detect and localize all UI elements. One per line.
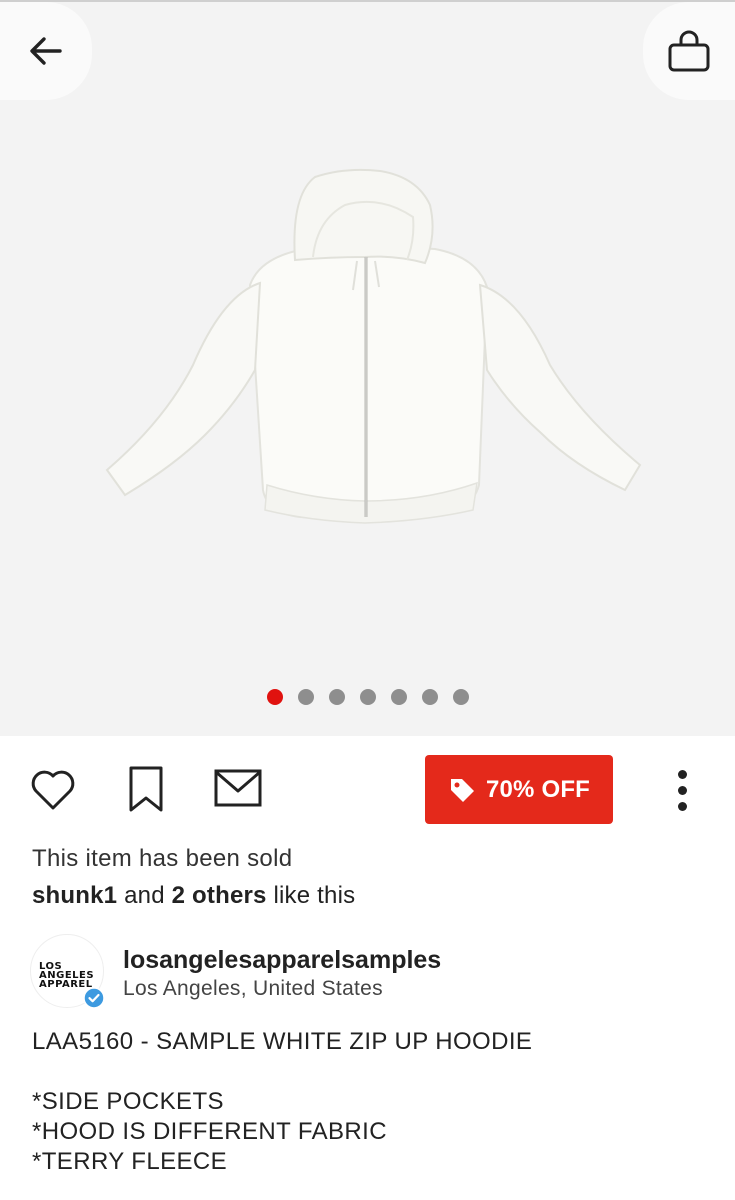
carousel-dot[interactable] bbox=[390, 689, 407, 705]
message-button[interactable] bbox=[213, 768, 263, 808]
bookmark-icon bbox=[129, 766, 163, 812]
status-divider bbox=[0, 0, 735, 2]
description-line: *SIDE POCKETS bbox=[32, 1088, 224, 1115]
carousel-dot[interactable] bbox=[421, 689, 438, 705]
discount-button[interactable]: 70% OFF bbox=[425, 755, 613, 824]
product-description: LAA5160 - SAMPLE WHITE ZIP UP HOODIE *SI… bbox=[32, 1027, 532, 1177]
shopping-bag-icon bbox=[668, 30, 710, 72]
description-line: *HOOD IS DIFFERENT FABRIC bbox=[32, 1118, 387, 1145]
back-arrow-icon bbox=[30, 37, 62, 65]
likes-summary[interactable]: shunk1 and 2 others like this bbox=[32, 882, 355, 910]
more-options-button[interactable] bbox=[664, 766, 700, 814]
verified-badge-icon bbox=[83, 987, 105, 1009]
envelope-icon bbox=[214, 769, 262, 807]
product-image-area[interactable] bbox=[0, 0, 735, 736]
description-line: *TERRY FLEECE bbox=[32, 1148, 228, 1175]
carousel-dot[interactable] bbox=[359, 689, 376, 705]
more-vertical-icon bbox=[677, 769, 687, 779]
carousel-dot-active[interactable] bbox=[266, 689, 283, 705]
action-bar: 70% OFF bbox=[0, 752, 735, 828]
back-button[interactable] bbox=[0, 2, 92, 100]
discount-label: 70% OFF bbox=[485, 775, 591, 803]
carousel-dot[interactable] bbox=[452, 689, 469, 705]
price-tag-icon bbox=[448, 776, 476, 804]
carousel-indicator[interactable] bbox=[0, 689, 735, 705]
save-button[interactable] bbox=[124, 764, 168, 814]
sold-status: This item has been sold bbox=[32, 845, 293, 872]
liker-username[interactable]: shunk1 bbox=[32, 882, 117, 909]
likes-suffix: like this bbox=[273, 882, 356, 909]
carousel-dot[interactable] bbox=[328, 689, 345, 705]
description-line: LAA5160 - SAMPLE WHITE ZIP UP HOODIE bbox=[32, 1028, 533, 1055]
like-button[interactable] bbox=[28, 766, 78, 812]
likes-others[interactable]: 2 others bbox=[172, 882, 267, 909]
product-photo bbox=[105, 168, 642, 524]
seller-row[interactable]: LOS ANGELES APPAREL losangelesapparelsam… bbox=[30, 934, 720, 1009]
heart-icon bbox=[31, 770, 75, 810]
seller-logo: LOS ANGELES APPAREL bbox=[39, 961, 95, 990]
shopping-bag-button[interactable] bbox=[643, 2, 735, 100]
carousel-dot[interactable] bbox=[297, 689, 314, 705]
description-line bbox=[32, 1057, 532, 1087]
likes-connector: and bbox=[124, 882, 165, 909]
seller-location: Los Angeles, United States bbox=[123, 977, 383, 1000]
seller-username[interactable]: losangelesapparelsamples bbox=[123, 946, 441, 975]
